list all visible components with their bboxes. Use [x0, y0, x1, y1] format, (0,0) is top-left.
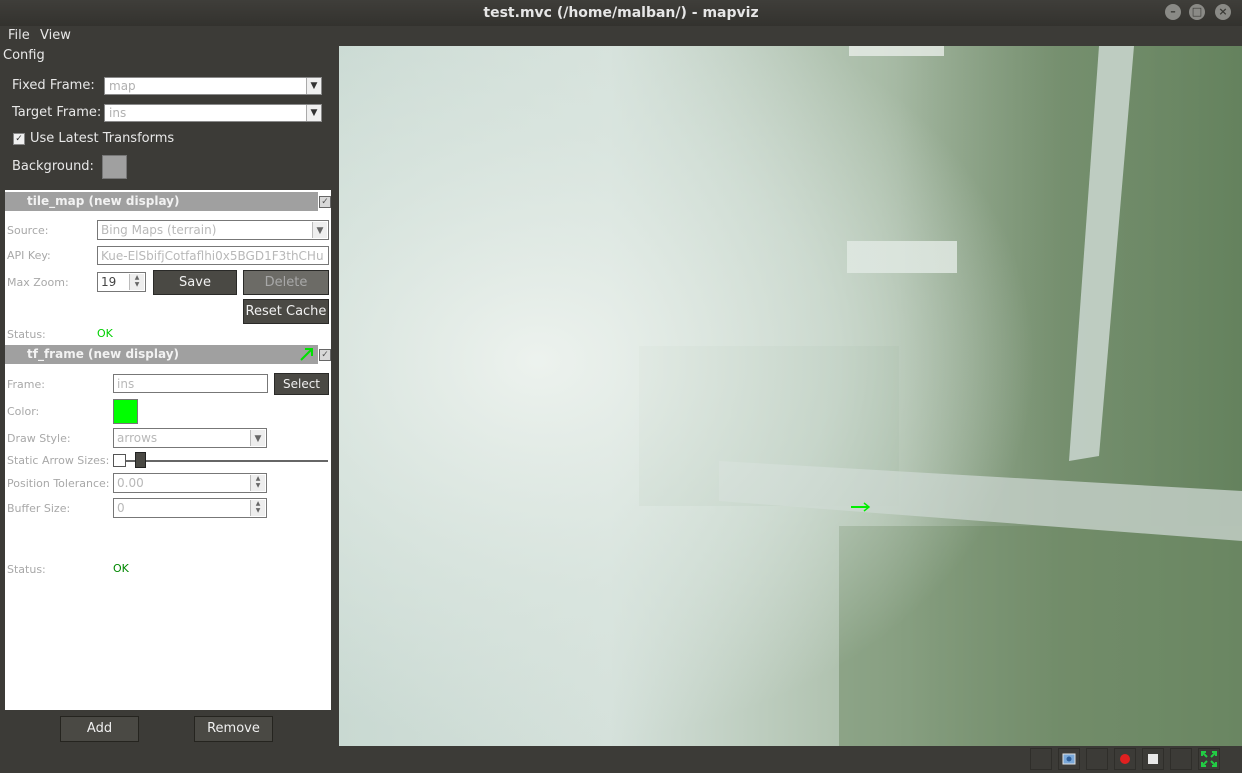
spin-arrows-icon: ▲ ▼ — [129, 274, 144, 290]
source-combo[interactable]: Bing Maps (terrain) ▼ — [97, 220, 329, 240]
tf-frame-enable-checkbox[interactable]: ✓ — [319, 349, 331, 361]
minimize-button[interactable]: – — [1165, 4, 1181, 20]
tile-map-status-value: OK — [97, 327, 113, 340]
source-label: Source: — [7, 224, 49, 237]
tile-map-title: tile_map (new display) — [27, 194, 180, 208]
statusbar-slot — [1030, 748, 1052, 770]
max-zoom-value: 19 — [101, 275, 117, 289]
tile-map-header[interactable]: tile_map (new display) — [5, 192, 318, 211]
api-key-label: API Key: — [7, 249, 51, 262]
source-value: Bing Maps (terrain) — [101, 223, 217, 237]
record-button[interactable] — [1114, 748, 1136, 770]
fixed-frame-combo[interactable]: map ▼ — [104, 77, 322, 95]
fixed-frame-value: map — [109, 79, 136, 93]
add-display-button[interactable]: Add — [60, 716, 139, 742]
close-button[interactable]: × — [1215, 4, 1231, 20]
displays-panel: tile_map (new display) ✓ Source: Bing Ma… — [5, 190, 331, 710]
stop-icon — [1148, 754, 1158, 764]
map-canvas[interactable] — [339, 46, 1242, 746]
static-arrow-label: Static Arrow Sizes: — [7, 454, 110, 467]
save-button[interactable]: Save — [153, 270, 237, 295]
max-zoom-label: Max Zoom: — [7, 276, 69, 289]
draw-style-value: arrows — [117, 431, 158, 445]
chevron-down-icon: ▼ — [306, 78, 321, 94]
menubar: File View — [0, 26, 340, 46]
draw-style-label: Draw Style: — [7, 432, 71, 445]
statusbar-slot — [1170, 748, 1192, 770]
window-titlebar: test.mvc (/home/malban/) - mapviz – □ × — [0, 0, 1242, 26]
spin-arrows-icon: ▲ ▼ — [250, 475, 265, 491]
tile-map-status-label: Status: — [7, 328, 46, 341]
target-frame-combo[interactable]: ins ▼ — [104, 104, 322, 122]
tf-frame-status-value: OK — [113, 562, 129, 575]
fullscreen-icon — [1201, 751, 1217, 767]
draw-style-combo[interactable]: arrows ▼ — [113, 428, 267, 448]
chevron-down-icon: ▼ — [250, 430, 265, 446]
position-tolerance-label: Position Tolerance: — [7, 477, 110, 490]
satellite-imagery — [339, 46, 1242, 746]
max-zoom-spinbox[interactable]: 19 ▲ ▼ — [97, 272, 146, 292]
buffer-size-label: Buffer Size: — [7, 502, 71, 515]
color-button[interactable] — [113, 399, 138, 424]
background-color-button[interactable] — [102, 155, 127, 179]
tf-frame-header[interactable]: tf_frame (new display) — [5, 345, 318, 364]
statusbar — [0, 746, 1242, 773]
reset-cache-button[interactable]: Reset Cache — [243, 299, 329, 324]
maximize-button[interactable]: □ — [1189, 4, 1205, 20]
fixed-frame-label: Fixed Frame: — [12, 78, 95, 93]
target-frame-label: Target Frame: — [12, 105, 102, 120]
spin-arrows-icon: ▲ ▼ — [250, 500, 265, 516]
static-arrow-checkbox[interactable] — [113, 454, 126, 467]
buffer-size-value: 0 — [117, 501, 125, 515]
arrow-icon — [300, 348, 313, 361]
tile-map-enable-checkbox[interactable]: ✓ — [319, 196, 331, 208]
tf-frame-status-label: Status: — [7, 563, 46, 576]
chevron-down-icon: ▼ — [312, 222, 327, 238]
frame-input[interactable]: ins — [113, 374, 268, 393]
api-key-input[interactable]: Kue-ElSbifjCotfaflhi0x5BGD1F3thCHu — [97, 246, 329, 265]
static-arrow-slider-handle[interactable] — [135, 452, 146, 468]
stop-button[interactable] — [1142, 748, 1164, 770]
background-label: Background: — [12, 159, 94, 174]
chevron-down-icon: ▼ — [306, 105, 321, 121]
config-title: Config — [3, 48, 45, 63]
delete-button[interactable]: Delete — [243, 270, 329, 295]
menu-file[interactable]: File — [8, 28, 30, 43]
frame-label: Frame: — [7, 378, 45, 391]
use-latest-checkbox[interactable]: ✓ — [13, 133, 25, 145]
screenshot-icon — [1062, 753, 1076, 765]
static-arrow-slider-track — [126, 460, 328, 462]
window-title: test.mvc (/home/malban/) - mapviz — [483, 5, 759, 21]
position-tolerance-spinbox[interactable]: 0.00 ▲ ▼ — [113, 473, 267, 493]
use-latest-label: Use Latest Transforms — [30, 131, 175, 146]
record-icon — [1120, 754, 1130, 764]
select-frame-button[interactable]: Select — [274, 373, 329, 395]
fullscreen-button[interactable] — [1198, 748, 1220, 770]
screenshot-button[interactable] — [1058, 748, 1080, 770]
buffer-size-spinbox[interactable]: 0 ▲ ▼ — [113, 498, 267, 518]
color-label: Color: — [7, 405, 40, 418]
position-tolerance-value: 0.00 — [117, 476, 144, 490]
statusbar-slot — [1086, 748, 1108, 770]
target-frame-value: ins — [109, 106, 127, 120]
remove-display-button[interactable]: Remove — [194, 716, 273, 742]
menu-view[interactable]: View — [40, 28, 71, 43]
tf-frame-title: tf_frame (new display) — [27, 347, 180, 361]
